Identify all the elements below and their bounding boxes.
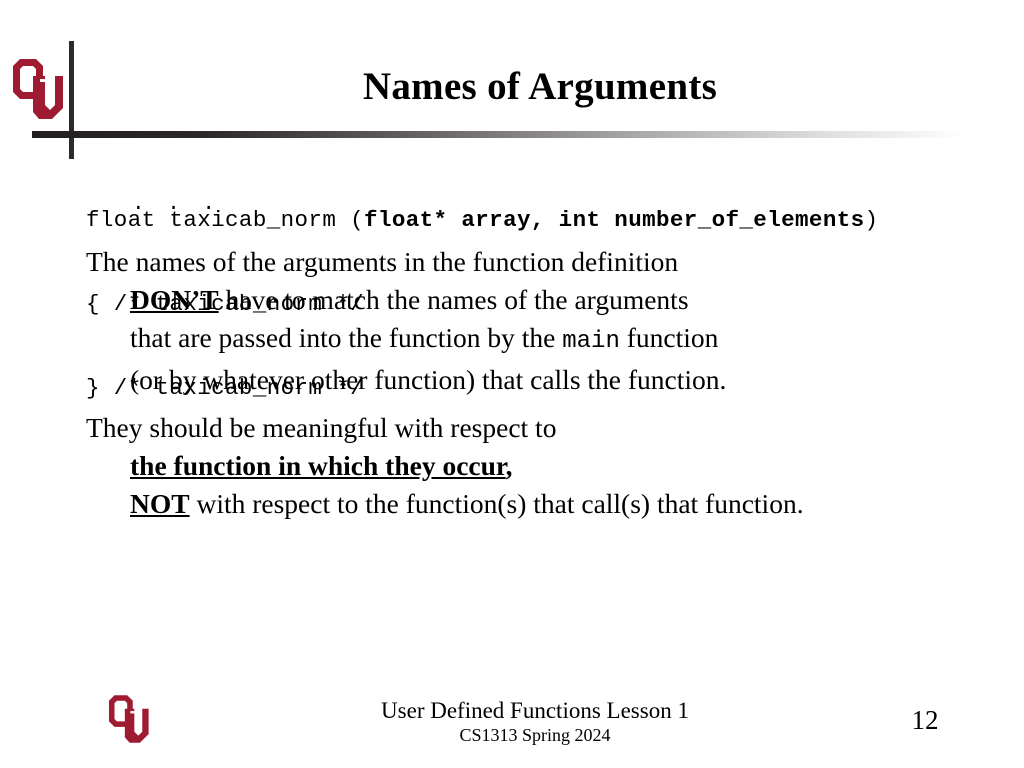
body-paragraph-2: They should be meaningful with respect t…: [86, 409, 986, 523]
paragraph-2-line-3: NOT with respect to the function(s) that…: [86, 485, 986, 523]
code-signature-parameters: float* array, int number_of_elements: [364, 207, 865, 233]
emphasis-not: NOT: [130, 488, 190, 519]
emphasis-dont: DON’T: [130, 284, 219, 315]
code-omitted-ellipsis: . . .: [132, 193, 221, 216]
footer-course-term: CS1313 Spring 2024: [459, 725, 611, 745]
paragraph-1-line-3-pre: that are passed into the function by the: [130, 322, 563, 353]
ou-logo-header-icon: [8, 56, 66, 122]
paragraph-1-line-1: The names of the arguments in the functi…: [86, 246, 679, 277]
page-title: Names of Arguments: [362, 65, 718, 108]
body-paragraph-1: The names of the arguments in the functi…: [86, 243, 986, 399]
paragraph-2-line-2-rest: ,: [505, 450, 513, 481]
paragraph-2-line-3-rest: with respect to the function(s) that cal…: [189, 488, 804, 519]
footer-lesson-title: User Defined Functions Lesson 1: [381, 698, 689, 723]
paragraph-1-line-2-rest: have to match the names of the arguments: [218, 284, 689, 315]
paragraph-2-line-1: They should be meaningful with respect t…: [86, 412, 557, 443]
header-vertical-rule: [69, 41, 74, 159]
paragraph-1-line-3-post: function: [619, 322, 719, 353]
slide-body: The names of the arguments in the functi…: [86, 243, 986, 526]
slide-canvas: Names of Arguments float taxicab_norm (f…: [0, 0, 1024, 768]
page-number: 12: [911, 705, 939, 735]
emphasis-function-in-which-they-occur: the function in which they occur: [130, 450, 506, 481]
ou-logo-footer-icon: [105, 692, 151, 746]
code-signature-prefix: float taxicab_norm (: [86, 207, 365, 233]
paragraph-1-line-4: (or by whatever other function) that cal…: [130, 364, 727, 395]
code-signature-suffix: ): [864, 207, 879, 233]
paragraph-1-line-3: that are passed into the function by the…: [86, 319, 986, 361]
header-horizontal-rule: [32, 131, 992, 138]
paragraph-2-line-2: the function in which they occur,: [86, 447, 986, 485]
footer-text: User Defined Functions Lesson 1 CS1313 S…: [230, 697, 840, 746]
code-term-main: main: [562, 328, 620, 355]
paragraph-1-line-2: DON’T have to match the names of the arg…: [86, 281, 986, 319]
